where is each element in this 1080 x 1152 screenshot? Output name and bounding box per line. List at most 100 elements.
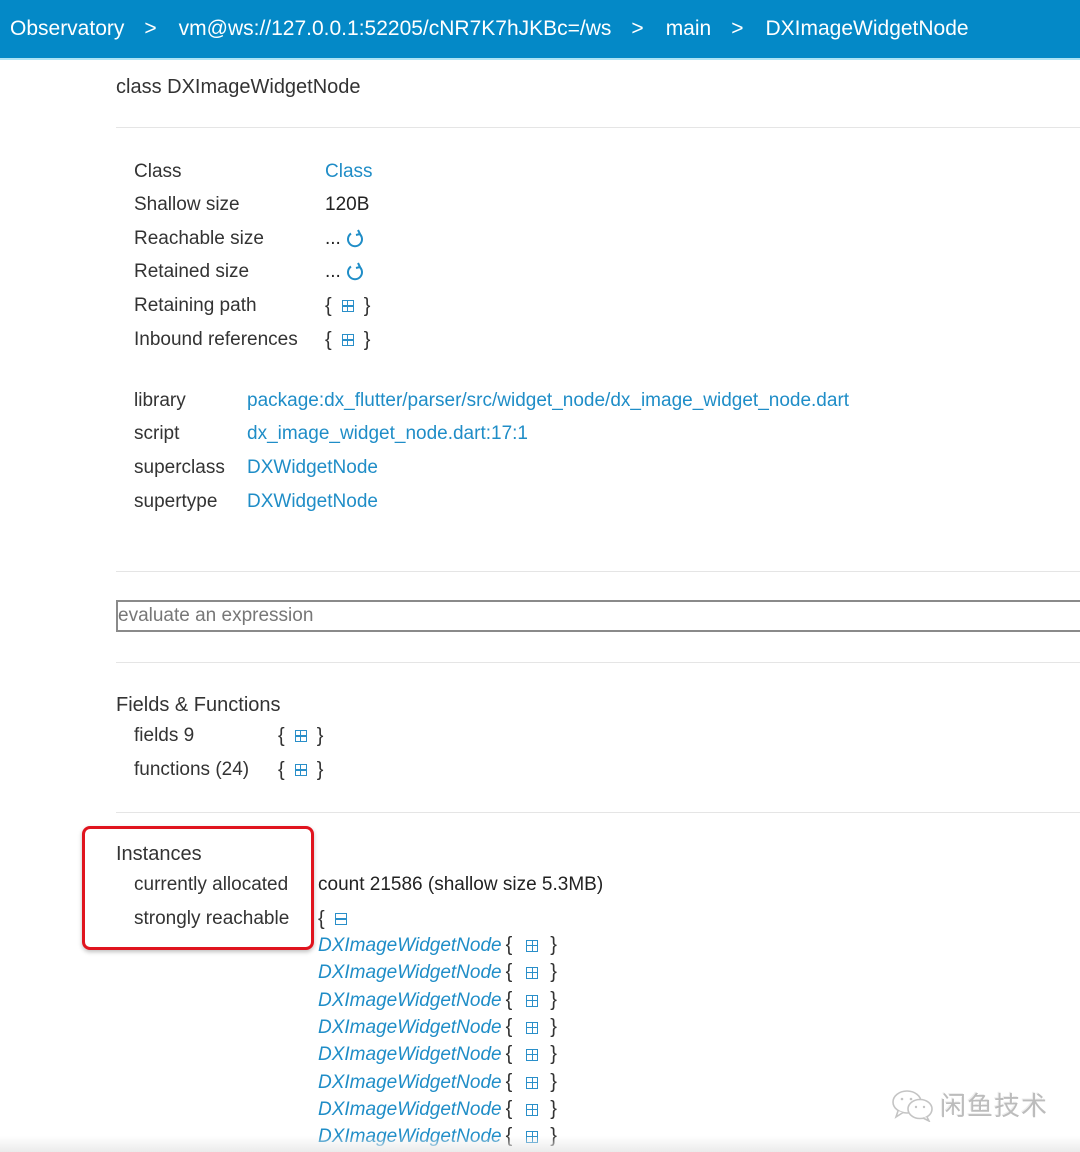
strongly-reachable-label: strongly reachable — [134, 908, 290, 929]
supertype-row: supertype DXWidgetNode — [134, 485, 378, 519]
expand-icon[interactable] — [526, 966, 539, 979]
brace-open: { — [325, 328, 332, 351]
expand-icon[interactable] — [526, 994, 539, 1007]
breadcrumb-separator: > — [631, 17, 644, 40]
retained-size-value: ... — [325, 261, 341, 282]
instance-link[interactable]: DXImageWidgetNode — [318, 990, 502, 1012]
superclass-row: superclass DXWidgetNode — [134, 451, 378, 485]
currently-allocated-row: currently allocated count 21586 (shallow… — [134, 868, 603, 902]
breadcrumb: Observatory > vm@ws://127.0.0.1:52205/cN… — [0, 0, 1080, 60]
supertype-link[interactable]: DXWidgetNode — [247, 491, 378, 513]
watermark: 闲鱼技术 — [890, 1086, 1048, 1123]
script-row: script dx_image_widget_node.dart:17:1 — [134, 417, 528, 451]
library-label: library — [134, 390, 186, 411]
brace-close: } — [550, 934, 557, 956]
brace-open: { — [318, 907, 325, 930]
instance-link[interactable]: DXImageWidgetNode — [318, 1099, 502, 1121]
brace-open: { — [325, 294, 332, 317]
instance-item: DXImageWidgetNode { } — [318, 932, 557, 959]
expand-icon[interactable] — [526, 1048, 539, 1061]
refresh-icon[interactable] — [345, 229, 365, 249]
instances-title: Instances — [116, 843, 202, 865]
functions-label: functions (24) — [134, 759, 250, 780]
breadcrumb-isolate[interactable]: main — [666, 17, 712, 41]
breadcrumb-separator: > — [731, 17, 744, 40]
shallow-size-label: Shallow size — [134, 194, 240, 215]
instance-item: DXImageWidgetNode { } — [318, 1096, 557, 1123]
instance-item: DXImageWidgetNode { } — [318, 959, 557, 986]
refresh-icon[interactable] — [345, 262, 365, 282]
breadcrumb-vm[interactable]: vm@ws://127.0.0.1:52205/cNR7K7hJKBc=/ws — [179, 17, 612, 41]
functions-row: functions (24) { } — [134, 753, 323, 787]
brace-open: { — [505, 1071, 513, 1093]
instance-link[interactable]: DXImageWidgetNode — [318, 935, 502, 957]
expand-icon[interactable] — [341, 334, 354, 346]
instance-item: DXImageWidgetNode { } — [318, 1069, 557, 1096]
brace-close: } — [550, 989, 557, 1011]
breadcrumb-class[interactable]: DXImageWidgetNode — [765, 17, 968, 41]
fields-row: fields 9 { } — [134, 719, 323, 753]
instance-link[interactable]: DXImageWidgetNode — [318, 1017, 502, 1039]
brace-open: { — [505, 1043, 513, 1065]
brace-close: } — [316, 758, 324, 781]
watermark-text: 闲鱼技术 — [940, 1091, 1049, 1121]
expand-icon[interactable] — [341, 300, 354, 312]
class-row: Class Class — [134, 155, 373, 189]
brace-open: { — [505, 989, 513, 1011]
inbound-references-label: Inbound references — [134, 329, 298, 350]
brace-open: { — [278, 758, 285, 781]
retaining-path-row: Retaining path { } — [134, 289, 370, 323]
library-row: library package:dx_flutter/parser/src/wi… — [134, 384, 849, 418]
expand-icon[interactable] — [526, 1076, 539, 1089]
brace-open: { — [505, 961, 513, 983]
brace-close: } — [363, 294, 371, 317]
brace-close: } — [550, 1071, 557, 1093]
brace-close: } — [550, 961, 557, 983]
class-label: Class — [134, 161, 182, 182]
divider — [116, 127, 1080, 128]
shallow-size-row: Shallow size 120B — [134, 188, 369, 222]
superclass-label: superclass — [134, 457, 225, 478]
instance-item: DXImageWidgetNode { } — [318, 1041, 557, 1068]
instance-item: DXImageWidgetNode { } — [318, 987, 557, 1014]
brace-close: } — [316, 724, 324, 747]
superclass-link[interactable]: DXWidgetNode — [247, 457, 378, 479]
wechat-icon — [892, 1089, 933, 1122]
reachable-size-label: Reachable size — [134, 228, 264, 249]
expand-icon[interactable] — [294, 730, 307, 742]
library-link[interactable]: package:dx_flutter/parser/src/widget_nod… — [247, 390, 849, 412]
brace-open: { — [505, 1098, 513, 1120]
retaining-path-label: Retaining path — [134, 295, 257, 316]
retained-size-label: Retained size — [134, 261, 250, 282]
evaluate-expression-input[interactable] — [116, 600, 1080, 632]
fields-functions-title: Fields & Functions — [116, 694, 281, 716]
brace-close: } — [550, 1098, 557, 1120]
collapse-icon[interactable] — [334, 913, 347, 925]
breadcrumb-separator: > — [144, 17, 157, 40]
breadcrumb-observatory[interactable]: Observatory — [10, 17, 124, 41]
script-link[interactable]: dx_image_widget_node.dart:17:1 — [247, 423, 528, 445]
script-label: script — [134, 423, 180, 444]
brace-open: { — [505, 934, 513, 956]
expand-icon[interactable] — [294, 764, 307, 776]
reachable-size-row: Reachable size ... — [134, 222, 365, 256]
reachable-size-value: ... — [325, 228, 341, 249]
instance-link[interactable]: DXImageWidgetNode — [318, 962, 502, 984]
expand-icon[interactable] — [526, 1103, 539, 1116]
instance-link[interactable]: DXImageWidgetNode — [318, 1072, 502, 1094]
brace-open: { — [505, 1016, 513, 1038]
expand-icon[interactable] — [526, 939, 539, 952]
class-link[interactable]: Class — [325, 161, 373, 183]
brace-open: { — [278, 724, 285, 747]
expand-icon[interactable] — [526, 1021, 539, 1034]
brace-close: } — [550, 1043, 557, 1065]
supertype-label: supertype — [134, 491, 218, 512]
inbound-references-row: Inbound references { } — [134, 323, 370, 357]
retained-size-row: Retained size ... — [134, 255, 365, 289]
brace-close: } — [550, 1016, 557, 1038]
currently-allocated-value: count 21586 (shallow size 5.3MB) — [318, 874, 604, 895]
currently-allocated-label: currently allocated — [134, 874, 289, 895]
instance-link[interactable]: DXImageWidgetNode — [318, 1044, 502, 1066]
divider — [116, 571, 1080, 572]
strongly-reachable-row: strongly reachable { — [134, 902, 357, 936]
